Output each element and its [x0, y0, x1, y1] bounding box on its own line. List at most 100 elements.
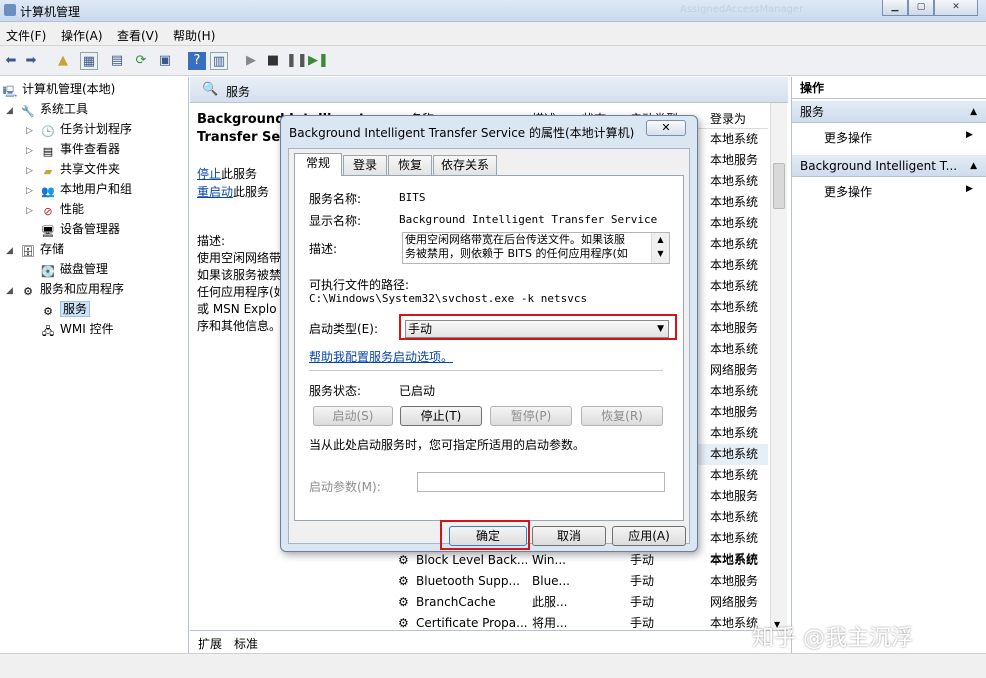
start-params-input[interactable]	[417, 472, 665, 492]
logon-cell: 本地系统	[710, 468, 759, 482]
gear-icon: ⚙	[398, 595, 409, 609]
close-window-button[interactable]: ✕	[934, 0, 978, 16]
stop-icon[interactable]: ■	[264, 52, 282, 70]
description-scrollbar[interactable]: ▲ ▼	[651, 233, 669, 263]
restart-service-link[interactable]: 重启动	[197, 185, 233, 199]
pause-icon[interactable]: ❚❚	[286, 52, 308, 70]
exe-path-value: C:\Windows\System32\svchost.exe -k netsv…	[309, 292, 588, 305]
tree-device-manager[interactable]: 🖥 设备管理器	[40, 219, 120, 239]
tree-local-users[interactable]: ▷ 👥 本地用户和组	[26, 179, 132, 199]
dialog-close-button[interactable]: ✕	[646, 120, 686, 136]
params-hint: 当从此处启动服务时，您可指定所适用的启动参数。	[309, 438, 586, 452]
list-scrollbar[interactable]: ▼	[770, 103, 787, 631]
up-folder-icon[interactable]: ▲	[54, 52, 72, 70]
more-actions-1[interactable]: 更多操作	[824, 129, 872, 146]
tree-system-tools[interactable]: ◢ 🔧 系统工具	[6, 99, 88, 119]
apply-button[interactable]: 应用(A)	[612, 526, 686, 546]
tree-wmi[interactable]: 🖧 WMI 控件	[40, 319, 114, 339]
help-config-link[interactable]: 帮助我配置服务启动选项。	[309, 348, 453, 365]
logon-cell: 本地系统	[710, 510, 759, 524]
table-row[interactable]: ⚙ Bluetooth Supp... Blue... 手动 本地服务	[396, 571, 768, 592]
tree-services[interactable]: ⚙ 服务	[40, 299, 91, 319]
divider	[309, 370, 663, 371]
logon-cell: 本地系统	[710, 279, 759, 293]
display-name-label: 显示名称:	[309, 214, 362, 228]
actions-group-services[interactable]: 服务 ▲	[792, 101, 986, 123]
minimize-button[interactable]: ▁	[882, 0, 908, 16]
submenu-arrow-icon: ▶	[966, 184, 973, 194]
properties-icon[interactable]: ▤	[108, 52, 126, 70]
tree-task-scheduler[interactable]: ▷ 🕒 任务计划程序	[26, 119, 132, 139]
logon-cell: 本地系统	[710, 426, 759, 440]
logon-cell: 本地系统	[710, 216, 759, 230]
collapse-icon[interactable]: ◢	[6, 241, 16, 261]
tab-general[interactable]: 常规	[294, 153, 342, 176]
tree-storage[interactable]: ◢ 🗄 存储	[6, 239, 64, 259]
logon-cell: 本地系统	[710, 132, 759, 146]
expand-icon[interactable]: ▷	[26, 181, 36, 201]
navigation-tree: 🖳 计算机管理(本地) ◢ 🔧 系统工具 ▷ 🕒 任务计划程序 ▷ ▤ 事件查看器 ▷ ▰ 共享文…	[0, 77, 189, 653]
actions-group-bits[interactable]: Background Intelligent T... ▲	[792, 155, 986, 177]
display-name-value: Background Intelligent Transfer Service	[399, 213, 658, 226]
description-box[interactable]: 使用空闲网络带宽在后台传送文件。如果该服 务被禁用，则依赖于 BITS 的任何应…	[402, 232, 670, 264]
actions-pane: 操作 服务 ▲ 更多操作 ▶ Background Intelligent T..…	[791, 77, 986, 653]
collapse-up-icon[interactable]: ▲	[970, 101, 977, 122]
tab-dependencies[interactable]: 依存关系	[433, 155, 497, 175]
expand-icon[interactable]: ▷	[26, 121, 36, 141]
pause-button[interactable]: 暂停(P)	[490, 406, 572, 426]
tree-event-viewer[interactable]: ▷ ▤ 事件查看器	[26, 139, 120, 159]
expand-icon[interactable]: ▷	[26, 141, 36, 161]
tab-recovery[interactable]: 恢复	[388, 155, 432, 175]
tab-logon[interactable]: 登录	[343, 155, 387, 175]
expand-icon[interactable]: ▷	[26, 201, 36, 221]
start-params-label: 启动参数(M):	[309, 480, 381, 494]
table-row[interactable]: ⚙ BranchCache 此服... 手动 网络服务	[396, 592, 768, 613]
description-label: 描述:	[309, 242, 338, 256]
start-button[interactable]: 启动(S)	[313, 406, 393, 426]
collapse-up-icon[interactable]: ▲	[970, 155, 977, 176]
scrollbar-thumb[interactable]	[773, 163, 785, 209]
tree-root[interactable]: 🖳 计算机管理(本地)	[2, 79, 116, 99]
logon-cell: 本地服务	[710, 153, 759, 167]
stop-button[interactable]: 停止(T)	[400, 406, 482, 426]
play-icon[interactable]: ▶	[242, 52, 260, 70]
menu-help[interactable]: 帮助(H)	[173, 27, 215, 44]
event-log-icon: ▤	[42, 145, 54, 158]
table-row[interactable]: 本地系统	[396, 549, 768, 570]
more-actions-2[interactable]: 更多操作	[824, 183, 872, 200]
startup-type-label: 启动类型(E):	[309, 322, 378, 336]
forward-icon[interactable]: ➡	[22, 52, 40, 70]
view-tabs: 扩展 标准	[190, 630, 788, 653]
cancel-button[interactable]: 取消	[532, 526, 606, 546]
tab-standard[interactable]: 标准	[234, 635, 258, 652]
refresh-icon[interactable]: ⟳	[132, 52, 150, 70]
help-icon[interactable]: ?	[188, 52, 206, 70]
services-header: 🔍 服务	[190, 77, 788, 103]
general-tab-page: 服务名称: BITS 显示名称: Background Intelligent …	[294, 175, 684, 521]
service-name-value: BITS	[399, 191, 426, 204]
menu-file[interactable]: 文件(F)	[6, 27, 46, 44]
restart-icon[interactable]: ▶❚	[308, 52, 329, 70]
back-icon[interactable]: ⬅	[2, 52, 20, 70]
col-logon[interactable]: 登录为	[710, 110, 746, 127]
storage-icon: 🗄	[21, 245, 35, 258]
menu-bar: 文件(F) 操作(A) 查看(V) 帮助(H)	[0, 22, 986, 46]
tree-disk-mgmt[interactable]: 💽 磁盘管理	[40, 259, 108, 279]
tree-performance[interactable]: ▷ ⊘ 性能	[26, 199, 84, 219]
stop-service-link[interactable]: 停止	[197, 167, 221, 181]
resume-button[interactable]: 恢复(R)	[581, 406, 663, 426]
tab-extended[interactable]: 扩展	[198, 635, 222, 652]
collapse-icon[interactable]: ◢	[6, 281, 16, 301]
collapse-icon[interactable]: ◢	[6, 101, 16, 121]
maximize-button[interactable]: ▢	[908, 0, 934, 16]
export-icon[interactable]: ▣	[156, 52, 174, 70]
menu-view[interactable]: 查看(V)	[117, 27, 159, 44]
dialog-title: Background Intelligent Transfer Service …	[289, 126, 635, 140]
tree-svc-apps[interactable]: ◢ ⚙ 服务和应用程序	[6, 279, 124, 299]
menu-action[interactable]: 操作(A)	[61, 27, 103, 44]
table-row[interactable]: ⚙ Certificate Propa... 将用... 手动 本地系统	[396, 613, 768, 631]
show-tree-icon[interactable]: ▦	[80, 52, 98, 70]
expand-icon[interactable]: ▷	[26, 161, 36, 181]
action-pane-icon[interactable]: ▥	[210, 52, 228, 70]
tree-shared-folders[interactable]: ▷ ▰ 共享文件夹	[26, 159, 120, 179]
